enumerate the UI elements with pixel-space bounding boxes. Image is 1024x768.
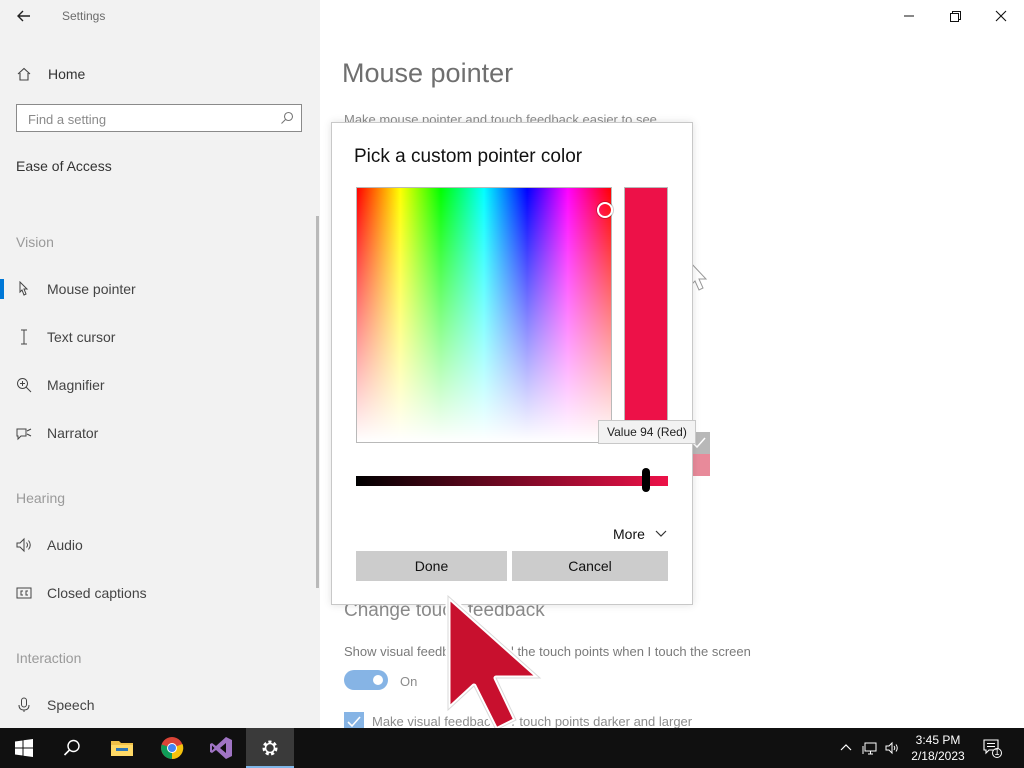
taskbar-search-button[interactable] [48, 728, 96, 768]
cancel-button[interactable]: Cancel [512, 551, 668, 581]
closed-captions-icon [16, 587, 32, 599]
sidebar-item-text-cursor[interactable]: Text cursor [0, 319, 312, 355]
mouse-pointer-icon [19, 281, 29, 296]
more-button[interactable]: More [613, 526, 667, 542]
search-icon [63, 739, 80, 756]
value-slider-thumb[interactable] [642, 468, 650, 492]
volume-icon[interactable] [884, 740, 900, 756]
sidebar-item-label: Audio [47, 537, 83, 553]
visual-studio-icon [210, 737, 232, 759]
start-button[interactable] [0, 728, 48, 768]
search-icon [281, 111, 294, 124]
dialog-title: Pick a custom pointer color [354, 146, 583, 167]
sidebar-item-magnifier[interactable]: Magnifier [0, 367, 312, 403]
sidebar-item-label: Mouse pointer [47, 281, 136, 297]
back-button[interactable] [12, 4, 36, 28]
toggle-state-label: On [400, 674, 418, 689]
sidebar-item-audio[interactable]: Audio [0, 527, 312, 563]
chevron-down-icon [655, 530, 667, 537]
chrome-button[interactable] [148, 728, 196, 768]
spectrum-selector[interactable] [597, 202, 613, 218]
minimize-button[interactable] [886, 0, 932, 32]
sidebar-item-label: Narrator [47, 425, 99, 441]
sidebar-item-narrator[interactable]: Narrator [0, 415, 312, 451]
sidebar-item-label: Magnifier [47, 377, 105, 393]
active-indicator [0, 279, 4, 299]
action-center-button[interactable]: 1 [982, 738, 1002, 758]
home-label: Home [48, 66, 86, 82]
back-arrow-icon [17, 10, 30, 22]
network-icon[interactable] [862, 740, 878, 756]
large-mouse-pointer-icon [445, 593, 543, 733]
group-heading-interaction: Interaction [16, 650, 82, 666]
toggle-knob [373, 675, 383, 685]
sidebar-scrollbar[interactable] [316, 216, 319, 588]
chevron-up-icon[interactable] [838, 740, 854, 756]
value-slider-track[interactable] [356, 476, 668, 486]
taskbar-clock[interactable]: 3:45 PM 2/18/2023 [905, 732, 971, 764]
group-heading-vision: Vision [16, 234, 54, 250]
app-title: Settings [62, 9, 106, 23]
clock-date: 2/18/2023 [911, 749, 965, 763]
magnifier-icon [17, 378, 32, 393]
title-bar: Settings [0, 0, 320, 32]
text-cursor-icon [21, 329, 27, 345]
narrator-icon [16, 428, 32, 441]
sidebar-item-mouse-pointer[interactable]: Mouse pointer [0, 271, 312, 307]
minimize-icon [904, 15, 914, 17]
file-explorer-button[interactable] [98, 728, 146, 768]
color-preview [624, 187, 668, 443]
restore-icon [950, 11, 961, 22]
sidebar: Settings Home Find a setting Ease of Acc… [0, 0, 320, 728]
home-icon [17, 67, 31, 81]
search-field[interactable]: Find a setting [16, 104, 302, 132]
visual-studio-button[interactable] [197, 728, 245, 768]
search-placeholder: Find a setting [28, 112, 107, 127]
notification-count: 1 [994, 747, 1000, 757]
custom-color-dialog: Pick a custom pointer color More Done Ca… [331, 122, 693, 605]
value-tooltip: Value 94 (Red) [598, 420, 696, 444]
category-heading: Ease of Access [16, 158, 112, 174]
restore-button[interactable] [932, 0, 978, 32]
file-explorer-icon [111, 741, 133, 756]
chrome-icon [161, 737, 184, 760]
sidebar-item-speech[interactable]: Speech [0, 687, 312, 723]
done-button[interactable]: Done [356, 551, 507, 581]
more-label: More [613, 526, 645, 542]
group-heading-hearing: Hearing [16, 490, 66, 506]
clock-time: 3:45 PM [915, 733, 961, 747]
sidebar-item-label: Speech [47, 697, 95, 713]
page-title: Mouse pointer [342, 58, 514, 88]
settings-gear-icon [262, 740, 278, 756]
sidebar-item-label: Text cursor [47, 329, 116, 345]
home-nav-item[interactable]: Home [16, 62, 296, 86]
sidebar-item-closed-captions[interactable]: Closed captions [0, 575, 312, 611]
touch-feedback-toggle[interactable] [344, 670, 388, 690]
windows-start-icon [15, 739, 33, 757]
taskbar: 3:45 PM 2/18/2023 1 [0, 728, 1024, 768]
audio-icon [16, 537, 31, 553]
settings-taskbar-button[interactable] [246, 728, 294, 768]
close-icon [995, 10, 1007, 22]
sidebar-item-label: Closed captions [47, 585, 147, 601]
color-spectrum[interactable] [356, 187, 613, 443]
close-button[interactable] [978, 0, 1024, 32]
microphone-icon [18, 697, 30, 712]
